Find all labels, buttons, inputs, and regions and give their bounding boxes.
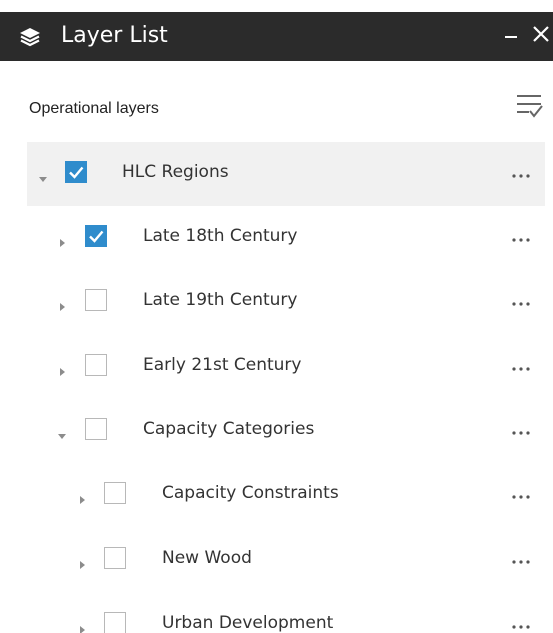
layer-row-late-19th-century[interactable]: Late 19th Century xyxy=(27,270,545,334)
layer-more-options-icon[interactable] xyxy=(511,489,533,503)
layer-list-panel: Layer List Operational layers HLC Region… xyxy=(0,0,553,633)
layer-more-options-icon[interactable] xyxy=(511,168,533,182)
panel-title: Layer List xyxy=(61,23,168,48)
expand-caret-icon[interactable] xyxy=(77,620,87,633)
panel-title-bar: Layer List xyxy=(0,12,553,61)
checkmark-icon xyxy=(69,166,84,179)
layer-row-late-18th-century[interactable]: Late 18th Century xyxy=(27,206,545,270)
layer-more-options-icon[interactable] xyxy=(511,232,533,246)
expand-caret-icon[interactable] xyxy=(77,490,87,504)
layer-label: Urban Development xyxy=(162,613,334,633)
layer-row-early-21st-century[interactable]: Early 21st Century xyxy=(27,335,545,399)
layer-checkbox[interactable] xyxy=(104,612,126,633)
minimize-icon xyxy=(505,36,517,38)
layer-label: HLC Regions xyxy=(122,162,229,182)
layer-checkbox[interactable] xyxy=(104,482,126,504)
layers-icon xyxy=(18,26,42,48)
checkmark-icon xyxy=(89,230,104,243)
expand-caret-icon[interactable] xyxy=(57,297,67,311)
layer-label: Capacity Constraints xyxy=(162,483,339,503)
layer-checkbox[interactable] xyxy=(85,225,107,247)
layer-label: Early 21st Century xyxy=(143,355,302,375)
operational-layers-label: Operational layers xyxy=(29,100,159,117)
layer-checkbox[interactable] xyxy=(85,418,107,440)
layer-label: New Wood xyxy=(162,548,252,568)
layer-checkbox[interactable] xyxy=(65,161,87,183)
layer-label: Late 18th Century xyxy=(143,226,298,246)
layer-more-options-icon[interactable] xyxy=(511,619,533,633)
layer-row-capacity-categories[interactable]: Capacity Categories xyxy=(27,399,545,463)
expand-caret-icon[interactable] xyxy=(57,233,67,247)
layer-checkbox[interactable] xyxy=(85,354,107,376)
expand-caret-icon[interactable] xyxy=(57,362,67,376)
collapse-caret-icon[interactable] xyxy=(57,426,67,439)
layer-label: Late 19th Century xyxy=(143,290,298,310)
layer-row-capacity-constraints[interactable]: Capacity Constraints xyxy=(27,463,545,527)
layer-checkbox[interactable] xyxy=(104,547,126,569)
layer-more-options-icon[interactable] xyxy=(511,361,533,375)
operational-layers-header: Operational layers xyxy=(0,91,553,125)
close-button[interactable] xyxy=(531,21,553,51)
close-icon xyxy=(533,26,549,42)
layer-row-hlc-regions[interactable]: HLC Regions xyxy=(27,142,545,206)
layer-tree: HLC Regions Late 18th Century Late 19th … xyxy=(0,142,553,633)
layer-checkbox[interactable] xyxy=(85,289,107,311)
expand-caret-icon[interactable] xyxy=(77,555,87,569)
layer-row-urban-development[interactable]: Urban Development xyxy=(27,593,545,633)
layer-row-new-wood[interactable]: New Wood xyxy=(27,528,545,592)
layer-more-options-icon[interactable] xyxy=(511,296,533,310)
list-options-icon[interactable] xyxy=(515,93,543,121)
collapse-caret-icon[interactable] xyxy=(38,169,48,182)
layer-more-options-icon[interactable] xyxy=(511,425,533,439)
minimize-button[interactable] xyxy=(501,21,523,51)
layer-label: Capacity Categories xyxy=(143,419,315,439)
layer-more-options-icon[interactable] xyxy=(511,554,533,568)
